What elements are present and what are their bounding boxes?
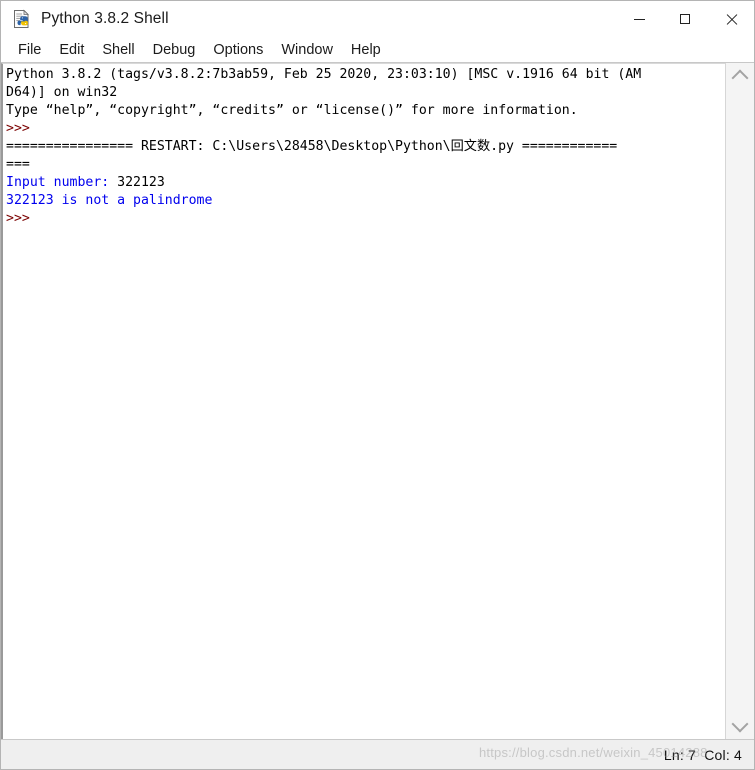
maximize-button[interactable] — [662, 1, 708, 37]
minimize-button[interactable] — [616, 1, 662, 37]
menu-item-shell[interactable]: Shell — [93, 38, 143, 62]
menu-item-window[interactable]: Window — [272, 38, 342, 62]
console-line: Python 3.8.2 (tags/v3.8.2:7b3ab59, Feb 2… — [6, 66, 725, 84]
console-line: >>> — [6, 120, 725, 138]
chevron-down-icon — [731, 715, 749, 733]
console-segment: >>> — [6, 211, 30, 226]
console-segment: Type “help”, “copyright”, “credits” or “… — [6, 103, 578, 118]
shell-body: Python 3.8.2 (tags/v3.8.2:7b3ab59, Feb 2… — [1, 63, 754, 739]
status-bar: Ln: 7 Col: 4 — [1, 739, 754, 769]
console-segment: >>> — [6, 121, 30, 136]
scroll-up-button[interactable] — [726, 63, 754, 89]
title-bar: Python 3.8.2 Shell — [1, 1, 754, 37]
menu-item-edit[interactable]: Edit — [50, 38, 93, 62]
title-bar-left: Python 3.8.2 Shell — [1, 9, 169, 29]
console-segment: D64)] on win32 — [6, 85, 118, 100]
idle-shell-window: Python 3.8.2 Shell File Edit Shell Debug… — [0, 0, 755, 770]
vertical-scrollbar[interactable] — [725, 63, 754, 739]
close-icon — [725, 13, 738, 26]
console-line: 322123 is not a palindrome — [6, 192, 725, 210]
minimize-icon — [633, 18, 645, 20]
window-controls — [616, 1, 754, 37]
menu-item-options[interactable]: Options — [204, 38, 272, 62]
console-line: ================ RESTART: C:\Users\28458… — [6, 138, 725, 156]
maximize-icon — [680, 14, 690, 24]
chevron-up-icon — [731, 69, 749, 87]
console-segment: 322123 is not a palindrome — [6, 193, 213, 208]
window-title: Python 3.8.2 Shell — [41, 10, 169, 27]
idle-python-icon — [12, 9, 32, 29]
console-segment: === — [6, 157, 30, 172]
console-segment: ================ RESTART: C:\Users\28458… — [6, 139, 618, 154]
console-line: D64)] on win32 — [6, 84, 725, 102]
menu-item-help[interactable]: Help — [342, 38, 390, 62]
close-button[interactable] — [708, 1, 754, 37]
console-output[interactable]: Python 3.8.2 (tags/v3.8.2:7b3ab59, Feb 2… — [3, 64, 725, 228]
cursor-position-indicator: Ln: 7 Col: 4 — [663, 746, 742, 763]
menu-item-file[interactable]: File — [9, 38, 50, 62]
console-line: Input number: 322123 — [6, 174, 725, 192]
console-segment: 322123 — [109, 175, 165, 190]
scroll-down-button[interactable] — [726, 713, 754, 739]
menu-item-debug[interactable]: Debug — [144, 38, 205, 62]
console-line: >>> — [6, 210, 725, 228]
menu-bar: File Edit Shell Debug Options Window Hel… — [1, 37, 754, 63]
console-line: === — [6, 156, 725, 174]
console-line: Type “help”, “copyright”, “credits” or “… — [6, 102, 725, 120]
console-segment: Input number: — [6, 175, 110, 190]
shell-text-area[interactable]: Python 3.8.2 (tags/v3.8.2:7b3ab59, Feb 2… — [1, 63, 725, 739]
console-segment: Python 3.8.2 (tags/v3.8.2:7b3ab59, Feb 2… — [6, 67, 642, 82]
